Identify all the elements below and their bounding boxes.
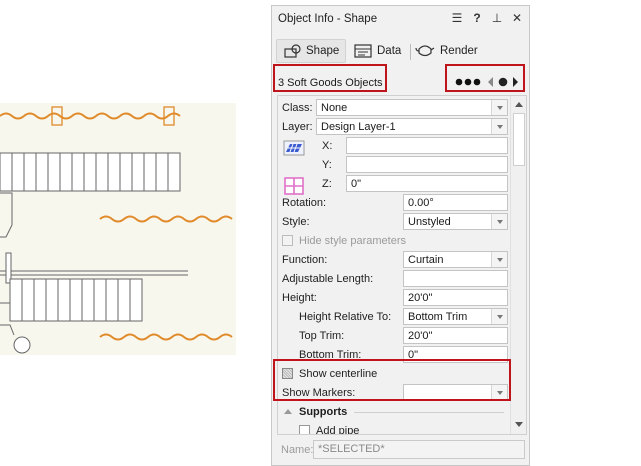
chevron-down-icon bbox=[491, 119, 507, 134]
tab-divider bbox=[410, 44, 411, 60]
name-field[interactable]: *SELECTED* bbox=[313, 440, 525, 459]
rotation-row: Rotation: 0.00° bbox=[278, 193, 512, 212]
add-pipe-label: Add pipe bbox=[316, 425, 360, 435]
lower-stair bbox=[0, 278, 143, 354]
x-row: X: bbox=[278, 136, 512, 155]
hide-style-row: Hide style parameters bbox=[278, 231, 512, 250]
height-relative-dropdown[interactable]: Bottom Trim bbox=[403, 308, 508, 325]
class-value: None bbox=[321, 102, 348, 114]
x-label: X: bbox=[322, 140, 333, 152]
upper-stair bbox=[0, 152, 181, 238]
pin-icon[interactable]: ⊥ bbox=[490, 11, 504, 25]
menu-icon[interactable]: ☰ bbox=[450, 11, 464, 25]
drape-wave-top bbox=[0, 112, 181, 120]
height-relative-label: Height Relative To: bbox=[299, 311, 392, 323]
add-pipe-checkbox[interactable] bbox=[299, 425, 310, 434]
name-label: Name: bbox=[281, 444, 314, 456]
y-label: Y: bbox=[322, 159, 332, 171]
palette-tabs: Shape Data Render bbox=[272, 36, 529, 66]
y-field[interactable] bbox=[346, 156, 508, 173]
function-value: Curtain bbox=[408, 254, 444, 266]
scroll-up-icon[interactable] bbox=[511, 98, 526, 112]
function-dropdown[interactable]: Curtain bbox=[403, 251, 508, 268]
style-dropdown[interactable]: Unstyled bbox=[403, 213, 508, 230]
top-trim-field[interactable]: 20'0" bbox=[403, 327, 508, 344]
z-row: Z: 0" bbox=[278, 174, 512, 193]
add-pipe-row: Add pipe bbox=[278, 421, 512, 435]
soft-goods-drawing bbox=[0, 106, 233, 354]
chevron-down-icon bbox=[491, 252, 507, 267]
scroll-thumb[interactable] bbox=[513, 113, 525, 166]
chevron-down-icon bbox=[491, 214, 507, 229]
help-icon[interactable]: ? bbox=[470, 11, 484, 25]
palette-title: Object Info - Shape bbox=[278, 13, 378, 25]
z-field[interactable]: 0" bbox=[346, 175, 508, 192]
data-icon bbox=[354, 44, 372, 58]
supports-label: Supports bbox=[299, 406, 348, 418]
class-label: Class: bbox=[282, 102, 313, 114]
tab-data[interactable]: Data bbox=[354, 39, 401, 63]
drape-wave-middle bbox=[99, 215, 233, 223]
hide-style-label: Hide style parameters bbox=[299, 235, 406, 247]
drape-wave-bottom bbox=[99, 333, 233, 341]
collapse-icon bbox=[284, 409, 292, 414]
style-label: Style: bbox=[282, 216, 310, 228]
adjustable-length-row: Adjustable Length: bbox=[278, 269, 512, 288]
palette-titlebar[interactable]: Object Info - Shape ☰ ? ⊥ ✕ bbox=[272, 6, 529, 32]
tab-shape[interactable]: Shape bbox=[276, 39, 347, 63]
style-row: Style: Unstyled bbox=[278, 212, 512, 231]
scroll-down-icon[interactable] bbox=[511, 418, 526, 432]
rotation-field[interactable]: 0.00° bbox=[403, 194, 508, 211]
tab-render-label: Render bbox=[440, 45, 478, 57]
tab-render[interactable]: Render bbox=[415, 39, 478, 63]
z-label: Z: bbox=[322, 178, 332, 190]
height-label: Height: bbox=[282, 292, 317, 304]
group-divider bbox=[354, 412, 504, 413]
function-label: Function: bbox=[282, 254, 328, 266]
x-field[interactable] bbox=[346, 137, 508, 154]
highlight-navigation bbox=[445, 64, 525, 92]
height-relative-row: Height Relative To: Bottom Trim bbox=[278, 307, 512, 326]
rotation-label: Rotation: bbox=[282, 197, 327, 209]
name-bar: Name: *SELECTED* bbox=[277, 438, 527, 460]
tab-data-label: Data bbox=[377, 45, 402, 57]
shape-icon bbox=[284, 44, 301, 58]
layer-value: Design Layer-1 bbox=[321, 121, 396, 133]
y-row: Y: bbox=[278, 155, 512, 174]
height-field[interactable]: 20'0" bbox=[403, 289, 508, 306]
layer-row: Layer: Design Layer-1 bbox=[278, 117, 512, 136]
class-dropdown[interactable]: None bbox=[316, 99, 508, 116]
property-list-scrollbar[interactable] bbox=[510, 96, 526, 434]
object-info-palette: Object Info - Shape ☰ ? ⊥ ✕ Shape Data R… bbox=[271, 5, 530, 466]
class-row: Class: None bbox=[278, 98, 512, 117]
hide-style-checkbox[interactable] bbox=[282, 235, 293, 246]
close-icon[interactable]: ✕ bbox=[510, 11, 524, 25]
style-value: Unstyled bbox=[408, 216, 451, 228]
layer-label: Layer: bbox=[282, 121, 313, 133]
adjustable-length-field[interactable] bbox=[403, 270, 508, 287]
chevron-down-icon bbox=[491, 309, 507, 324]
height-relative-value: Bottom Trim bbox=[408, 311, 468, 323]
supports-group-header[interactable]: Supports bbox=[278, 402, 512, 421]
chevron-down-icon bbox=[491, 100, 507, 115]
tab-shape-label: Shape bbox=[306, 45, 340, 57]
top-trim-row: Top Trim: 20'0" bbox=[278, 326, 512, 345]
highlight-selection-count bbox=[273, 64, 387, 92]
top-trim-label: Top Trim: bbox=[299, 330, 345, 342]
drawing-canvas[interactable] bbox=[0, 103, 236, 355]
layer-dropdown[interactable]: Design Layer-1 bbox=[316, 118, 508, 135]
function-row: Function: Curtain bbox=[278, 250, 512, 269]
render-teapot-icon bbox=[415, 45, 435, 57]
adjustable-length-label: Adjustable Length: bbox=[282, 273, 374, 285]
highlight-centerline-markers bbox=[273, 359, 511, 401]
height-row: Height: 20'0" bbox=[278, 288, 512, 307]
